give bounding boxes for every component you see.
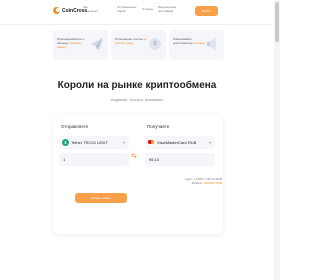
nav-link-how-line2: обменять?: [83, 9, 98, 13]
send-currency-select[interactable]: ₮ Tether TRC20 USDT ▾: [59, 136, 129, 149]
nav-link-partners[interactable]: Партнерская программа: [158, 5, 176, 13]
receive-currency-value: Visa/MasterCard RUB: [157, 140, 197, 145]
promo-card-exchange[interactable]: Обменивайте криптовалюту выгодно: [169, 30, 224, 60]
promo-text-highlight: выгодно: [193, 41, 205, 45]
nav-link-exchanges-line2: биржи: [117, 9, 126, 13]
megaphone-icon: [207, 38, 216, 50]
scrollbar-thumb[interactable]: [275, 2, 279, 42]
card-icon: [148, 140, 154, 145]
login-button[interactable]: Войти: [195, 6, 218, 16]
receive-currency-select[interactable]: Visa/MasterCard RUB ▾: [145, 136, 215, 149]
tether-icon: ₮: [62, 139, 69, 146]
send-label: Отправляете: [61, 124, 89, 129]
svg-text:₮: ₮: [153, 41, 157, 48]
reserve-value: 1000000 RUB: [203, 181, 222, 185]
nav-link-reviews[interactable]: Отзывы: [142, 7, 153, 11]
nav-link-how[interactable]: Как обменять?: [83, 5, 98, 13]
nav-link-partners-line2: программа: [158, 9, 174, 13]
rate-info: Курс: 1 USDT = 95.13 RUB Резерв: 1000000…: [185, 177, 222, 185]
chevron-down-icon: ▾: [122, 140, 125, 145]
send-amount-input[interactable]: 1: [59, 153, 129, 166]
nav-link-reviews-line1: Отзывы: [142, 7, 153, 11]
promo-card-telegram[interactable]: Присоединяйтесь к нашему Telegram-каналу: [53, 30, 108, 60]
page-scrollbar[interactable]: [274, 0, 280, 280]
receive-amount-value: 95.13: [149, 157, 160, 162]
swap-icon[interactable]: ⇆: [131, 152, 137, 160]
nav-link-exchanges[interactable]: Оптимальные биржи: [117, 5, 137, 13]
send-currency-value: Tether TRC20 USDT: [71, 140, 108, 145]
promo-text-plain: Обменивайте криптовалюту: [173, 37, 193, 45]
promo-text: Присоединяйтесь к нашему Telegram-каналу: [57, 37, 91, 49]
chevron-down-icon: ▾: [208, 140, 211, 145]
send-amount-value: 1: [63, 157, 66, 162]
logo-icon: [53, 7, 60, 14]
receive-amount-input[interactable]: 95.13: [145, 153, 215, 166]
reserve-prefix: Резерв:: [191, 181, 203, 185]
start-exchange-button[interactable]: Начать обмен: [75, 193, 127, 203]
hero-title: Короли на рынке криптообмена: [57, 80, 217, 91]
promo-text: Пополнение счетов на любой сумму: [115, 37, 149, 45]
receive-label: Получаете: [147, 124, 170, 129]
usdt-coin-icon: ₮: [149, 38, 161, 50]
hero-subtitle: Надежно, быстро, анонимно: [110, 97, 164, 102]
top-nav: CoinCross Как обменять? Оптимальные бирж…: [0, 0, 272, 25]
exchange-panel: [53, 116, 223, 234]
reserve-line: Резерв: 1000000 RUB: [185, 181, 222, 185]
promo-text: Обменивайте криптовалюту выгодно: [173, 37, 207, 45]
promo-card-topup[interactable]: Пополнение счетов на любой сумму ₮: [111, 30, 166, 60]
paper-plane-icon: [91, 38, 103, 50]
